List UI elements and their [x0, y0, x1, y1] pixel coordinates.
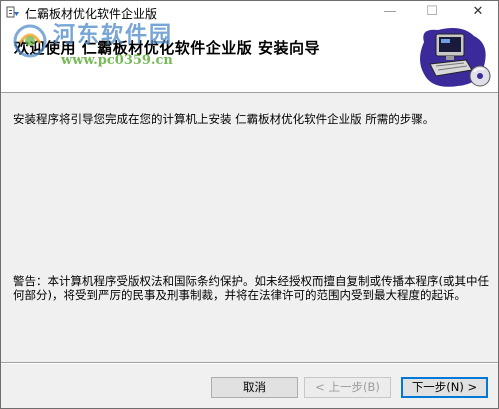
back-button[interactable]: < 上一步(B)	[304, 377, 391, 398]
watermark-logo-icon	[13, 24, 47, 58]
watermark-url: www.pc0359.cn	[61, 53, 173, 68]
copyright-warning: 警告：本计算机程序受版权法和国际条约保护。如未经授权而擅自复制或传播本程序(或其…	[13, 274, 489, 302]
next-button[interactable]: 下一步(N) >	[401, 377, 488, 398]
watermark-text: 河东软件园	[53, 23, 174, 48]
footer-divider	[1, 362, 498, 364]
installer-app-icon	[6, 6, 19, 18]
intro-text: 安装程序将引导您完成在您的计算机上安装 仁霸板材优化软件企业版 所需的步骤。	[13, 112, 435, 126]
computer-disc-icon	[420, 28, 491, 87]
maximize-button[interactable]: ☐	[417, 1, 447, 23]
minimize-button[interactable]: —	[375, 1, 405, 23]
wizard-banner: 欢迎使用 仁霸板材优化软件企业版 安装向导 河东软件园 www.pc0359.c…	[1, 23, 498, 93]
installer-window: 仁霸板材优化软件企业版 — ☐ ✕ 欢迎使用 仁霸板材优化软件企业版 安装向导 …	[0, 0, 499, 409]
close-button[interactable]: ✕	[463, 1, 493, 23]
cancel-button[interactable]: 取消	[211, 377, 298, 398]
